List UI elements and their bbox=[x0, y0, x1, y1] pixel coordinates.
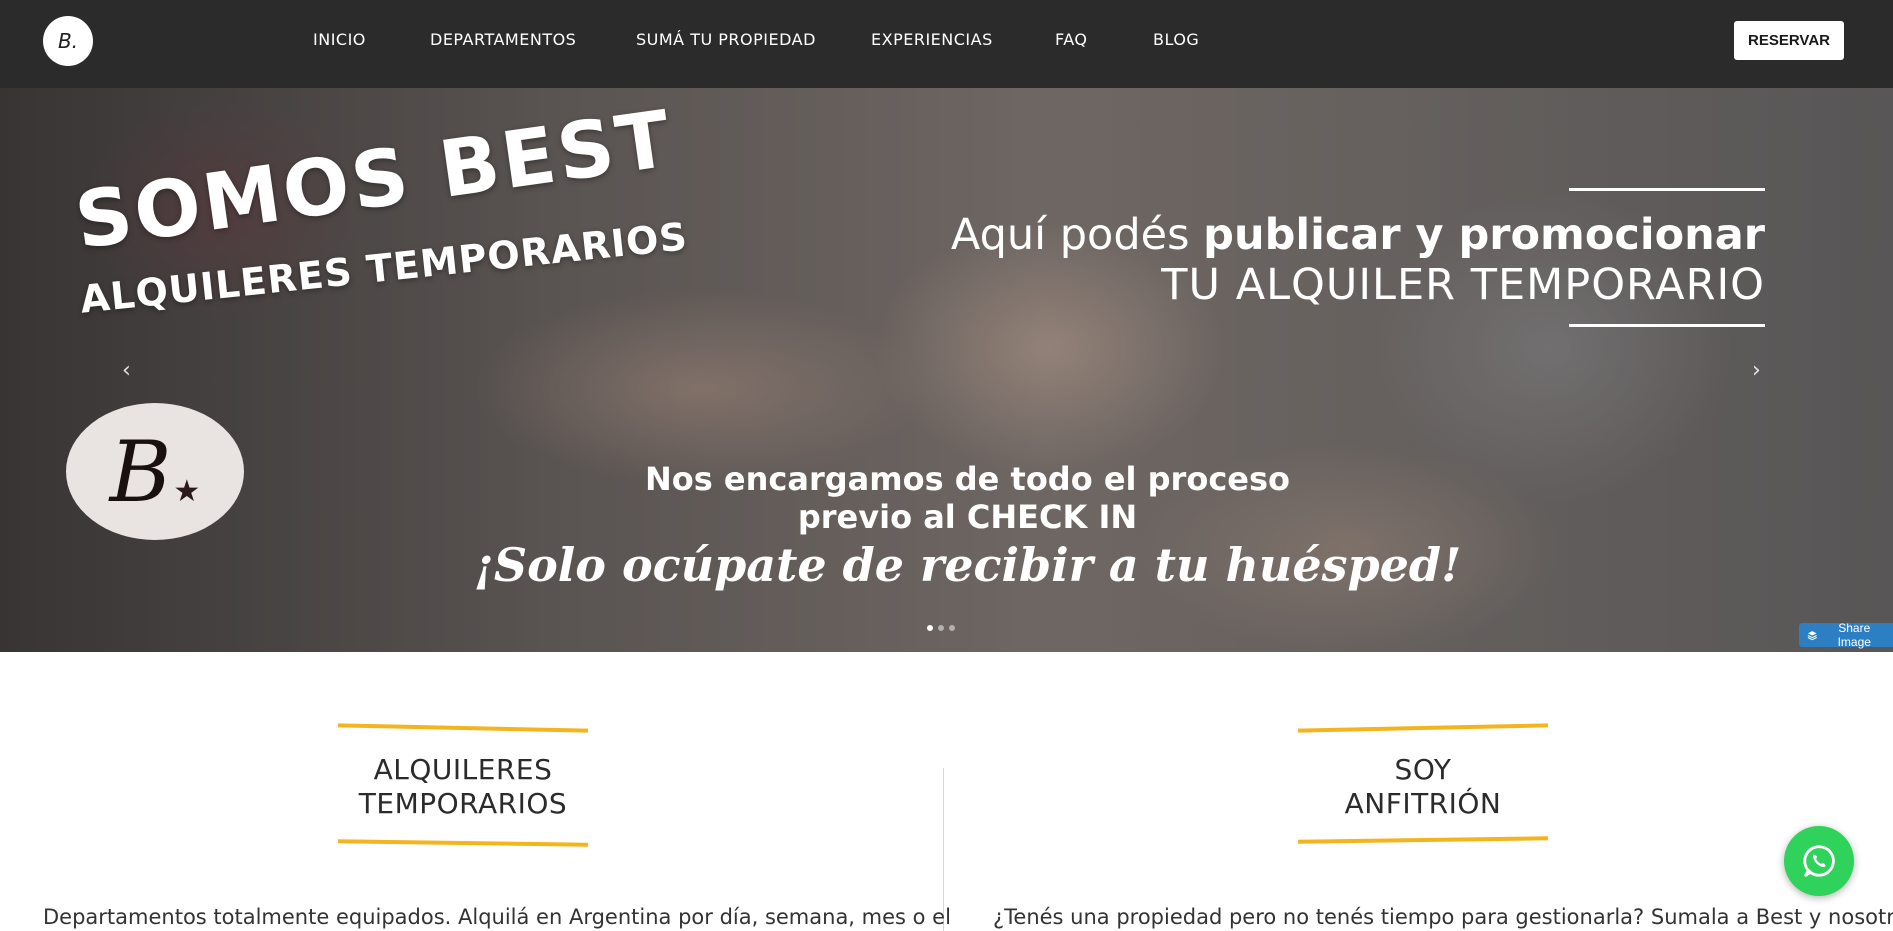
whatsapp-button[interactable] bbox=[1784, 826, 1854, 896]
left-section-title: ALQUILERES TEMPORARIOS bbox=[338, 753, 588, 821]
carousel-dot[interactable] bbox=[927, 625, 933, 631]
nav-item-suma-tu-propiedad[interactable]: SUMÁ TU PROPIEDAD bbox=[636, 30, 816, 49]
right-title-bottom-accent bbox=[1297, 836, 1549, 844]
left-section-text: Departamentos totalmente equipados. Alqu… bbox=[43, 905, 951, 929]
promo-bottom-rule bbox=[1569, 324, 1765, 327]
promo-subheadline: TU ALQUILER TEMPORARIO bbox=[1161, 260, 1765, 310]
nav-item-experiencias[interactable]: EXPERIENCIAS bbox=[871, 30, 993, 49]
share-image-button[interactable]: Share Image bbox=[1799, 621, 1893, 649]
nav-item-faq[interactable]: FAQ bbox=[1055, 30, 1088, 49]
carousel-dot[interactable] bbox=[949, 625, 955, 631]
carousel-next-arrow[interactable]: › bbox=[1752, 358, 1761, 383]
right-section-title: SOY ANFITRIÓN bbox=[1298, 753, 1548, 821]
hero-carousel: SOMOS BEST ALQUILERES TEMPORARIOS B ★ Aq… bbox=[0, 88, 1893, 652]
right-title-line1: SOY bbox=[1394, 753, 1452, 786]
left-title-bottom-accent bbox=[337, 839, 589, 847]
share-image-label: Share Image bbox=[1837, 621, 1871, 649]
reserve-button[interactable]: RESERVAR bbox=[1734, 21, 1844, 60]
nav-item-blog[interactable]: BLOG bbox=[1153, 30, 1199, 49]
carousel-prev-arrow[interactable]: ‹ bbox=[122, 358, 131, 383]
site-logo[interactable]: B. bbox=[43, 16, 93, 66]
hero-tagline: ¡Solo ocúpate de recibir a tu huésped! bbox=[473, 538, 1462, 592]
promo-bold: publicar y promocionar bbox=[1203, 210, 1765, 260]
left-title-line1: ALQUILERES bbox=[373, 753, 553, 786]
whatsapp-icon bbox=[1803, 845, 1835, 877]
right-title-line2: ANFITRIÓN bbox=[1344, 787, 1502, 820]
nav-item-inicio[interactable]: INICIO bbox=[313, 30, 366, 49]
carousel-dot[interactable] bbox=[938, 625, 944, 631]
left-title-top-accent bbox=[337, 723, 589, 733]
right-title-top-accent bbox=[1297, 723, 1549, 733]
promo-top-rule bbox=[1569, 188, 1765, 191]
promo-prefix: Aquí podés bbox=[950, 210, 1204, 260]
right-section-text: ¿Tenés una propiedad pero no tenés tiemp… bbox=[993, 905, 1893, 929]
carousel-indicators bbox=[927, 625, 955, 631]
nav-item-departamentos[interactable]: DEPARTAMENTOS bbox=[430, 30, 576, 49]
hero-process-line2: previo al CHECK IN bbox=[797, 498, 1138, 536]
top-navbar: B. INICIO DEPARTAMENTOS SUMÁ TU PROPIEDA… bbox=[0, 0, 1893, 89]
layers-icon bbox=[1807, 630, 1817, 640]
left-title-line2: TEMPORARIOS bbox=[358, 787, 568, 820]
promo-headline: Aquí podés publicar y promocionar bbox=[951, 210, 1765, 260]
hero-process-line1: Nos encargamos de todo el proceso bbox=[644, 460, 1291, 498]
